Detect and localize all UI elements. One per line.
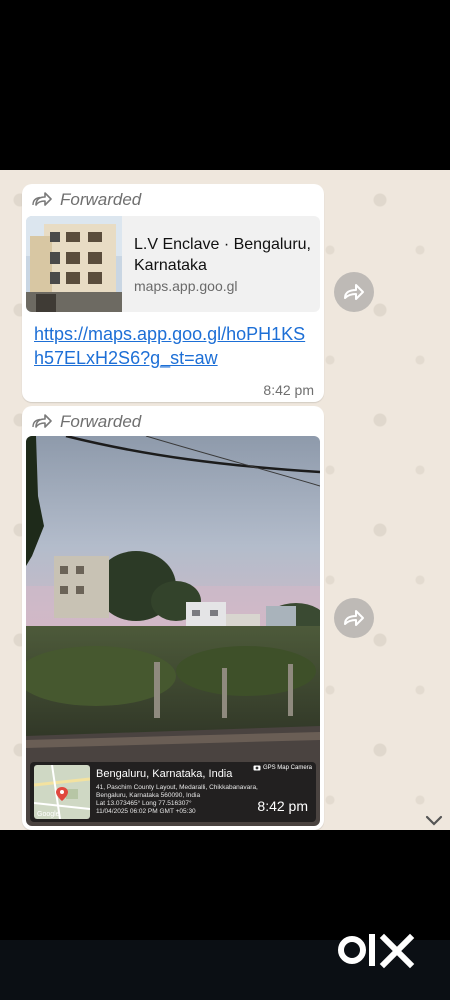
overlay-city: Bengaluru, Karnataka, India [96, 768, 233, 780]
forwarded-indicator: Forwarded [32, 190, 141, 210]
forwarded-label: Forwarded [60, 412, 142, 431]
forward-share-button[interactable] [334, 272, 374, 312]
message-timestamp: 8:42 pm [263, 382, 314, 398]
address-line: 41, Paschim County Layout, Medaralli, Ch… [96, 784, 258, 791]
preview-domain: maps.app.goo.gl [134, 278, 238, 294]
chevron-down-icon [425, 815, 443, 826]
forwarded-label: Forwarded [60, 190, 142, 209]
message-bubble-photo[interactable]: Forwarded Google Bengaluru, Karnataka, I… [22, 406, 324, 830]
link-preview-card[interactable]: L.V Enclave · Bengaluru, Karnataka maps.… [26, 216, 320, 312]
camera-icon [253, 765, 261, 771]
site-photo[interactable]: Google Bengaluru, Karnataka, India 41, P… [26, 436, 320, 826]
gps-camera-badge: GPS Map Camera [253, 764, 312, 771]
forward-arrow-icon [32, 192, 52, 206]
olx-watermark-logo [336, 930, 418, 970]
preview-thumbnail [26, 216, 122, 312]
preview-title: L.V Enclave · Bengaluru, Karnataka [134, 236, 311, 274]
gps-camera-overlay: Google Bengaluru, Karnataka, India 41, P… [30, 762, 316, 822]
scroll-down-button[interactable] [420, 810, 448, 830]
message-bubble-link[interactable]: Forwarded L.V Enclave · Bengaluru, Karna… [22, 184, 324, 402]
share-arrow-icon [344, 284, 364, 300]
forward-arrow-icon [32, 414, 52, 428]
message-timestamp: 8:42 pm [257, 798, 308, 814]
message-link[interactable]: https://maps.app.goo.gl/hoPH1KSh57ELxH2S… [34, 322, 314, 370]
forwarded-indicator: Forwarded [32, 412, 141, 432]
share-arrow-icon [344, 610, 364, 626]
chat-area[interactable]: Forwarded L.V Enclave · Bengaluru, Karna… [0, 170, 450, 830]
status-area-top [0, 0, 450, 170]
map-thumbnail: Google [34, 765, 90, 819]
forward-share-button[interactable] [334, 598, 374, 638]
map-brand-label: Google [37, 811, 60, 818]
